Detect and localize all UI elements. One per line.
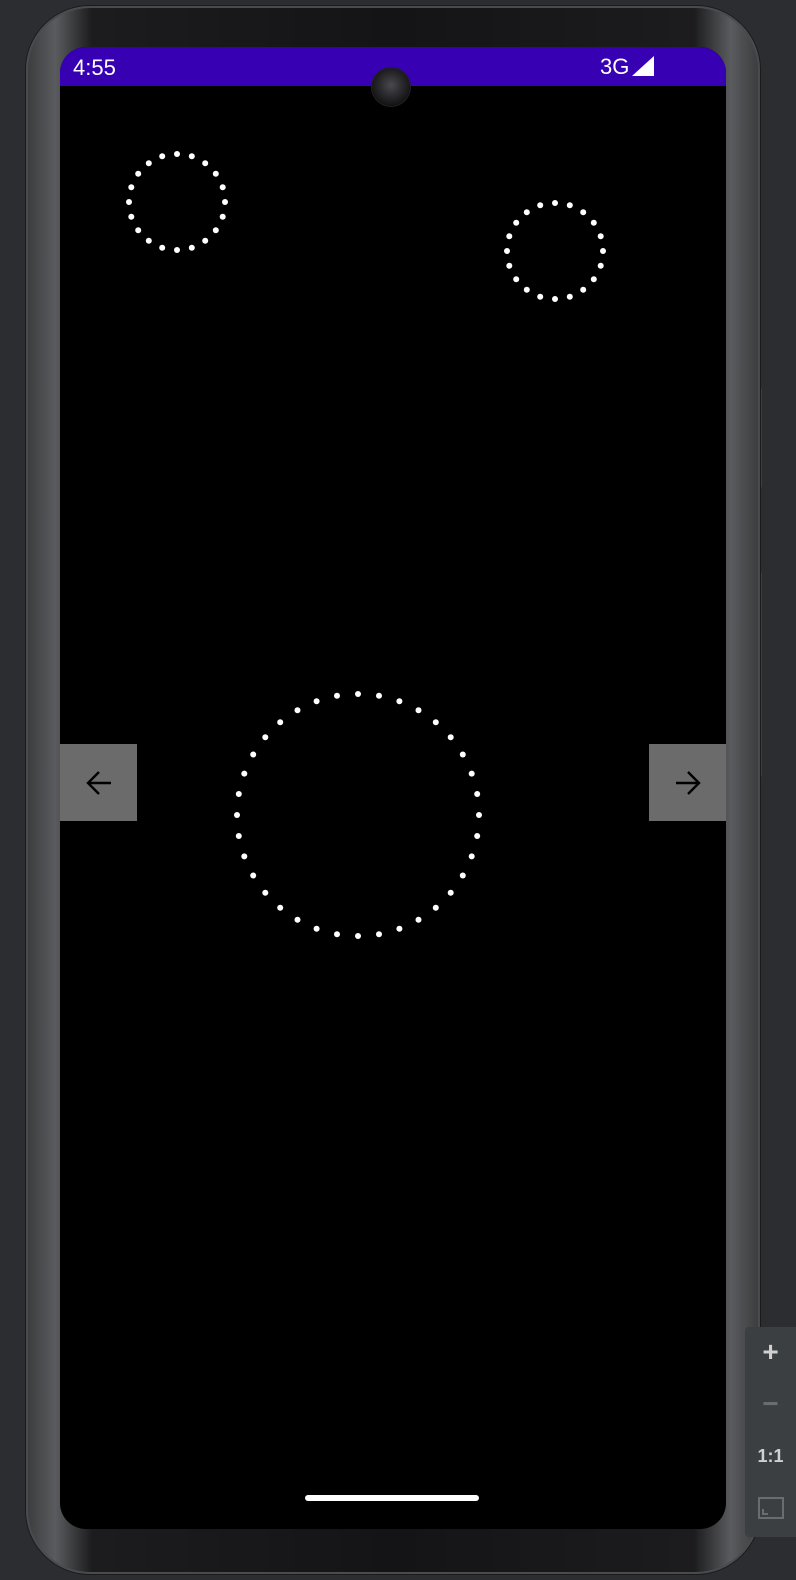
circle-dot [566,202,573,209]
minus-icon: − [762,1388,779,1419]
circle-dot [396,698,403,705]
circle-dot [222,199,228,205]
circle-dot [447,889,454,896]
circle-dot [294,707,301,714]
circle-dot [241,770,248,777]
circle-dot [262,734,269,741]
circle-dot [135,227,142,234]
circle-dot [334,931,340,938]
circle-dot [334,692,340,699]
circle-dot [396,925,403,932]
circle-dot [523,209,530,216]
next-button[interactable] [649,744,726,821]
circle-dot [313,925,320,932]
dotted-circle-center [234,691,482,939]
circle-dot [415,916,422,923]
circle-dot [219,213,226,220]
circle-dot [235,833,242,839]
dotted-circle-top-right [504,200,606,302]
circle-dot [513,219,520,226]
circle-dot [219,184,226,191]
circle-dot [159,153,166,160]
circle-dot [313,698,320,705]
circle-dot [552,296,558,302]
arrow-left-icon [85,770,111,795]
circle-dot [597,262,604,269]
circle-dot [250,872,257,879]
circle-dot [600,248,606,254]
circle-dot [468,770,475,777]
circle-dot [376,931,382,938]
actual-size-label: 1:1 [757,1445,784,1466]
circle-dot [262,889,269,896]
circle-dot [513,276,520,283]
circle-dot [159,244,166,251]
circle-dot [476,812,482,818]
circle-dot [590,276,597,283]
previous-button[interactable] [60,744,137,821]
circle-dot [504,248,510,254]
fit-screen-icon [757,1497,784,1519]
circle-dot [128,184,135,191]
circle-dot [355,933,361,939]
circle-dot [212,170,219,177]
circle-dot [474,791,481,797]
circle-dot [523,286,530,293]
circle-dot [145,237,152,244]
circle-dot [552,200,558,206]
dotted-circles-canvas [126,151,606,939]
zoom-in-button[interactable]: + [745,1327,796,1377]
circle-dot [474,833,481,839]
circle-dot [174,247,180,253]
circle-dot [506,262,513,269]
circle-dot [597,233,604,240]
circle-dot [459,751,466,758]
circle-dot [250,751,257,758]
circle-dot [415,707,422,714]
circle-dot [277,904,284,911]
emulator-window: 4:55 3G + − 1:1 [0,0,796,1580]
circle-dot [202,237,209,244]
circle-dot [234,812,240,818]
circle-dot [294,916,301,923]
plus-icon: + [762,1336,779,1367]
home-indicator[interactable] [305,1495,479,1501]
circle-dot [126,199,132,205]
circle-dot [566,293,573,300]
device-screen: 4:55 3G [60,47,726,1529]
actual-size-button[interactable]: 1:1 [745,1431,796,1481]
circle-dot [580,286,587,293]
circle-dot [376,692,382,699]
circle-dot [459,872,466,879]
circle-dot [135,170,142,177]
circle-dot [235,791,242,797]
circle-dot [188,153,195,160]
circle-dot [537,293,544,300]
fit-screen-button[interactable] [745,1483,796,1533]
circle-dot [212,227,219,234]
circle-dot [241,853,248,860]
circle-dot [355,691,361,697]
zoom-out-button[interactable]: − [745,1379,796,1429]
circle-dot [447,734,454,741]
circle-dot [432,904,439,911]
arrow-right-icon [675,770,701,795]
dotted-circle-top-left [126,151,228,253]
circle-dot [145,160,152,167]
circle-dot [188,244,195,251]
circle-dot [580,209,587,216]
circle-dot [277,719,284,726]
circle-dot [128,213,135,220]
circle-dot [174,151,180,157]
circle-dot [590,219,597,226]
emulator-zoom-panel: + − 1:1 [745,1327,796,1537]
circle-dot [202,160,209,167]
circle-dot [468,853,475,860]
circle-dot [537,202,544,209]
circle-dot [432,719,439,726]
circle-dot [506,233,513,240]
